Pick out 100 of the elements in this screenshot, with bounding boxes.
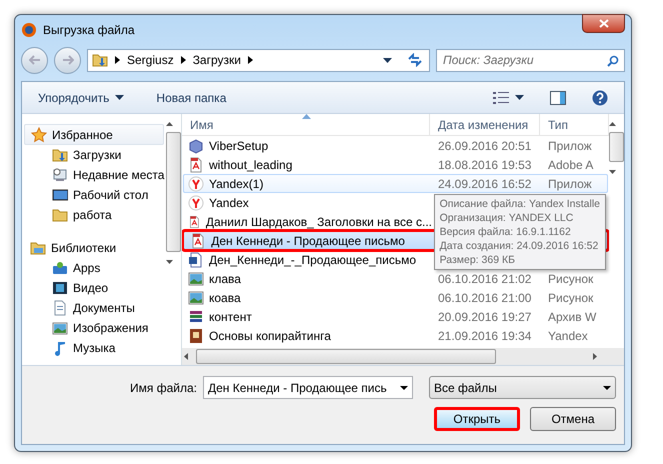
browser-logo-icon [21, 22, 37, 38]
folder-download-icon [52, 147, 68, 163]
file-type: Архив W [548, 310, 596, 324]
tooltip-line: Организация: YANDEX LLC [440, 211, 574, 225]
scroll-thumb[interactable] [196, 349, 496, 364]
file-name[interactable]: коава [209, 288, 241, 306]
picture-icon [52, 320, 68, 336]
folder-download-icon [92, 52, 108, 68]
cancel-button[interactable]: Отмена [530, 407, 616, 431]
breadcrumb[interactable]: Загрузки [192, 51, 241, 69]
forward-button[interactable] [54, 46, 81, 74]
file-name: Yandex(1) [209, 176, 264, 192]
sidebar-group[interactable]: Избранное [24, 124, 164, 145]
sidebar-item[interactable]: Видео [22, 278, 166, 298]
item-label: Apps [73, 260, 100, 277]
chevron-right-icon [115, 56, 120, 64]
file-type: Рисунок [548, 290, 594, 304]
organize-button[interactable]: Упорядочить [30, 86, 132, 110]
item-label: работа [73, 207, 112, 224]
open-button[interactable]: Открыть [434, 407, 520, 431]
desktop-icon [52, 187, 68, 203]
sidebar-item[interactable]: Недавние места [22, 165, 166, 185]
sidebar-item[interactable]: Загрузки [22, 145, 166, 165]
file-type: Adobe A [548, 158, 594, 172]
filename-field[interactable]: Ден Кеннеди - Продающее пись [203, 376, 413, 399]
scroll-thumb[interactable] [609, 132, 624, 162]
dropdown-caret-icon [383, 58, 392, 62]
file-date: 24.09.2016 16:52 [438, 176, 532, 190]
tooltip-line: Размер: 369 КБ [440, 253, 516, 267]
back-button[interactable] [21, 46, 48, 74]
scroll-thumb[interactable] [166, 132, 181, 252]
chevron-right-icon [180, 56, 186, 64]
search-field[interactable]: Поиск: Загрузки [436, 48, 625, 72]
search-icon [607, 54, 619, 66]
dropdown-caret-icon [603, 386, 611, 390]
breadcrumb[interactable]: Sergiusz [127, 51, 174, 69]
sidebar-group[interactable]: Библиотеки [24, 237, 164, 258]
document-icon [52, 300, 68, 316]
item-label: Недавние места [73, 167, 164, 184]
horizontal-scrollbar[interactable] [182, 348, 624, 365]
file-type: Прилож [548, 176, 592, 190]
scroll-left-icon [184, 353, 188, 360]
archive-books-icon [188, 308, 204, 324]
file-row[interactable]: Yandex(1) 24.09.2016 16:52 Прилож [183, 174, 608, 193]
library-folder-icon [30, 240, 46, 256]
back-arrow-icon [28, 55, 40, 65]
file-date: 20.09.2016 19:27 [438, 310, 532, 324]
sidebar-item[interactable]: Музыка [22, 338, 166, 358]
sidebar-item[interactable]: Документы [22, 298, 166, 318]
chevron-right-icon [248, 56, 253, 64]
file-name[interactable]: without_leading [209, 156, 292, 174]
file-name[interactable]: Yandex [209, 194, 249, 212]
filename-label: Имя файла: [130, 380, 197, 396]
sidebar-item[interactable]: Apps [22, 258, 166, 278]
item-label: Документы [73, 300, 135, 317]
scroll-right-icon [593, 353, 597, 360]
pdf-icon [190, 232, 206, 248]
group-label: Избранное [52, 126, 113, 144]
file-type: Прилож [548, 138, 592, 152]
item-label: Рабочий стол [73, 187, 148, 204]
letter-y-circle-icon [188, 194, 204, 210]
word-document-icon [188, 252, 204, 268]
file-date: 06.10.2016 21:00 [438, 290, 532, 304]
tooltip-line: Описание файла: Yandex Installe [440, 197, 600, 211]
address-bar[interactable]: Sergiusz Загрузки [87, 48, 430, 72]
file-name[interactable]: Даниил Шардаков_ Заголовки на все с... [206, 212, 432, 230]
picture-icon [188, 270, 204, 286]
file-date: 26.09.2016 20:51 [438, 138, 532, 152]
file-name[interactable]: контент [209, 308, 252, 326]
preview-pane-icon [550, 90, 566, 104]
scroll-down-icon [166, 260, 173, 264]
file-name[interactable]: ViberSetup [209, 136, 268, 154]
scroll-down-icon [609, 170, 616, 174]
close-button[interactable] [582, 14, 625, 33]
column-header[interactable]: Дата изменения [430, 114, 540, 135]
sidebar-item[interactable]: работа [22, 205, 166, 225]
new-folder-button[interactable]: Новая папка [148, 86, 234, 110]
item-label: Видео [73, 280, 108, 297]
file-type-dropdown[interactable]: Все файлы [429, 376, 616, 399]
file-date: 06.10.2016 21:02 [438, 272, 532, 286]
pdf-icon [188, 156, 204, 172]
list-view-icon [493, 92, 509, 104]
item-label: Изображения [73, 320, 148, 337]
file-name[interactable]: Ден_Кеннеди_-_Продающее_письмо [209, 250, 416, 268]
window-title: Выгрузка файла [43, 22, 134, 39]
refresh-icon [407, 53, 423, 67]
help-icon [592, 90, 608, 106]
file-name[interactable]: Основы копирайтинга [209, 326, 331, 344]
letter-y-circle-icon [188, 176, 204, 192]
forward-arrow-icon [62, 55, 74, 65]
dropdown-caret-icon [515, 95, 524, 100]
sidebar-item[interactable]: Рабочий стол [22, 185, 166, 205]
file-name[interactable]: клава [209, 270, 241, 288]
sidebar-item[interactable]: Изображения [22, 318, 166, 338]
close-icon [598, 19, 608, 28]
file-type: Yandex [548, 328, 588, 342]
file-type: Рисунок [548, 272, 594, 286]
dropdown-caret-icon [115, 95, 124, 100]
file-name: Ден Кеннеди - Продающее письмо [211, 232, 405, 250]
item-label: Загрузки [73, 147, 122, 164]
